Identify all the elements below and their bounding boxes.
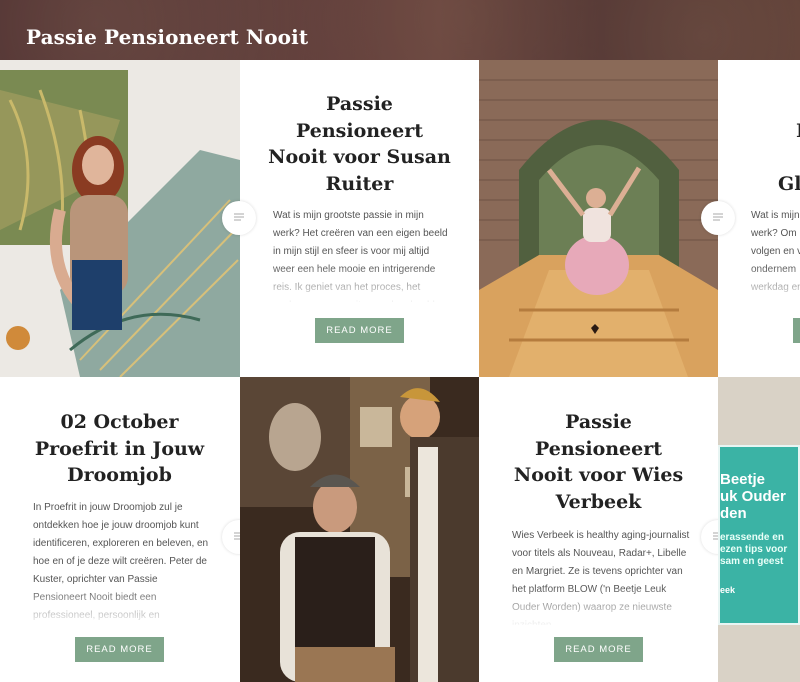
post-title[interactable]: Passie Pensioneert Nooit voor Wies Verbe… <box>503 409 694 515</box>
post-grid: Passie Pensioneert Nooit voor Susan Ruit… <box>0 60 800 682</box>
read-more-button[interactable]: READ MORE <box>554 637 643 662</box>
text-lines-icon <box>222 201 256 235</box>
book-title-line: Beetje <box>720 471 766 488</box>
post-image-book[interactable]: Beetje uk Ouder den erassende en ezen ti… <box>718 377 800 682</box>
read-more-button[interactable]: READ MORE <box>75 637 164 662</box>
post-title[interactable]: 02 October Proefrit in Jouw Droomjob <box>24 409 215 489</box>
post-title[interactable]: Pe N Glar <box>734 118 800 198</box>
site-title[interactable]: Passie Pensioneert Nooit <box>26 25 308 49</box>
site-header: Passie Pensioneert Nooit <box>0 0 800 60</box>
book-author: eek <box>720 585 736 595</box>
post-title[interactable]: Passie Pensioneert Nooit voor Susan Ruit… <box>264 91 455 197</box>
read-more-button[interactable]: READ MORE <box>315 318 404 343</box>
read-more-button[interactable] <box>793 318 800 343</box>
post-image-susan[interactable] <box>0 60 240 377</box>
post-card: 02 October Proefrit in Jouw Droomjob In … <box>0 377 240 682</box>
book-title-line: uk Ouder <box>720 488 786 505</box>
post-card: Passie Pensioneert Nooit voor Susan Ruit… <box>240 60 479 377</box>
post-card: Passie Pensioneert Nooit voor Wies Verbe… <box>479 377 718 682</box>
post-image-film[interactable] <box>240 377 479 682</box>
post-image-arch[interactable] <box>479 60 718 377</box>
text-lines-icon <box>701 201 735 235</box>
painter-photo <box>0 60 240 377</box>
book-title-line: den <box>720 505 747 522</box>
film-scene-photo <box>240 377 479 682</box>
arch-boat-photo <box>479 60 718 377</box>
book-cover: Beetje uk Ouder den erassende en ezen ti… <box>718 445 800 625</box>
book-subtitle: erassende en ezen tips voor sam en geest <box>720 532 788 567</box>
